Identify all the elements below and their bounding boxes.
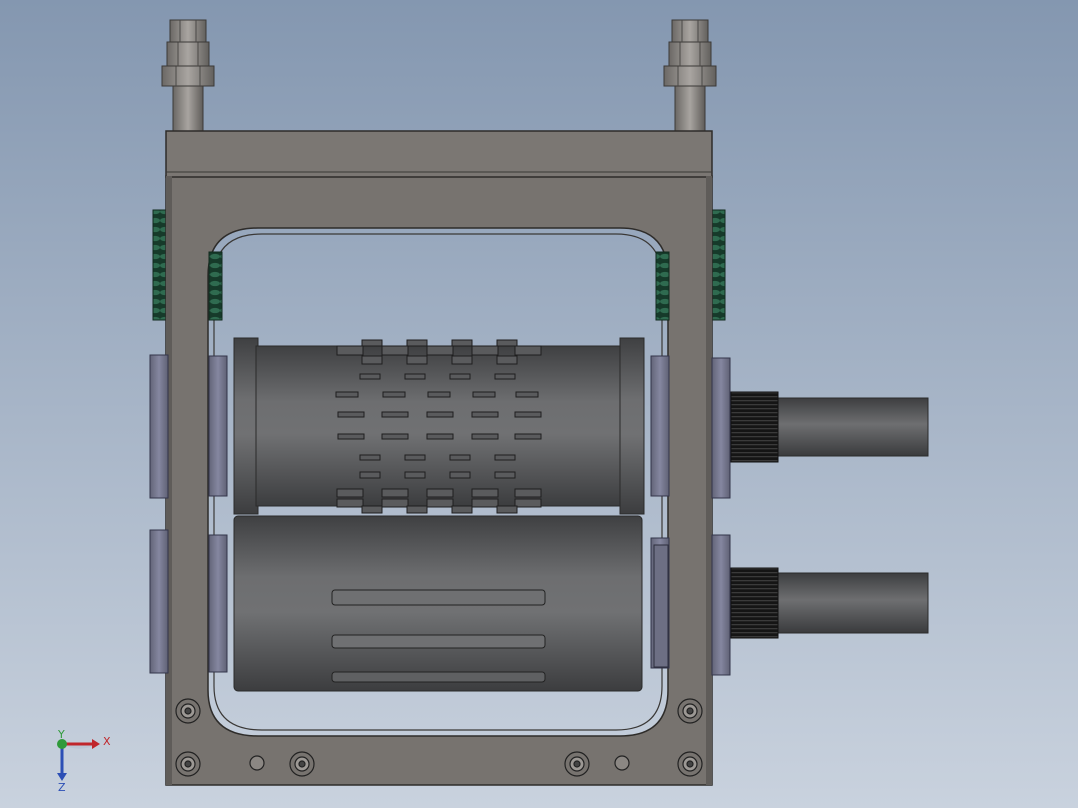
cad-model-scene[interactable]: X Y Z [0,0,1078,808]
bearing-block-left-lower[interactable] [208,534,228,673]
output-shaft-lower[interactable] [730,567,929,639]
stud-left-shaft [172,83,204,133]
frame-right-edge-shade [706,176,712,785]
graphics-viewport[interactable]: X Y Z [0,0,1078,808]
bolt-bottom-inner-right [564,751,590,777]
triad-z-label: Z [58,781,66,794]
lower-roller-slot-2 [331,634,546,649]
spring-left-inner[interactable] [208,251,223,321]
bolt-bottom-left-upper [175,698,201,724]
output-shaft-upper-body [774,397,929,457]
bearing-block-left-upper[interactable] [208,355,228,497]
upper-roller-body [255,345,624,507]
output-shaft-upper[interactable] [730,391,929,463]
spring-right-outer[interactable] [710,209,726,321]
frame-top-bar [165,130,713,178]
nut-left-top [169,19,207,43]
lower-roller-slot-1 [331,589,546,606]
spring-left-outer[interactable] [152,209,168,321]
spring-right-inner[interactable] [655,251,670,321]
stud-right-shaft [674,83,706,133]
triad-x-label: X [103,735,111,748]
end-plate-right-upper[interactable] [711,357,731,499]
nut-right-top [671,19,709,43]
nut-right-mid [668,41,712,67]
lower-roller[interactable] [233,515,669,692]
end-plate-right-lower[interactable] [711,534,731,676]
upper-roller-hub-left [233,337,259,515]
end-plate-left-lower[interactable] [149,529,169,674]
nut-left-lower [161,65,215,87]
output-shaft-upper-thread [730,391,779,463]
nut-left-mid [166,41,210,67]
hole-bottom-right [614,755,630,771]
lower-roller-collar-right [653,544,669,668]
lower-roller-slot-3 [331,671,546,683]
end-plate-left-upper[interactable] [149,354,169,499]
bolt-bottom-inner-left [289,751,315,777]
bolt-bottom-left [175,751,201,777]
bolt-bottom-right-upper [677,698,703,724]
upper-roller[interactable] [233,337,645,515]
output-shaft-lower-thread [730,567,779,639]
hole-bottom-left [249,755,265,771]
nut-right-lower [663,65,717,87]
bearing-block-right-upper[interactable] [650,355,670,497]
triad-y-label: Y [57,728,65,741]
output-shaft-lower-body [774,572,929,634]
upper-roller-hub-right [619,337,645,515]
bolt-bottom-right [677,751,703,777]
